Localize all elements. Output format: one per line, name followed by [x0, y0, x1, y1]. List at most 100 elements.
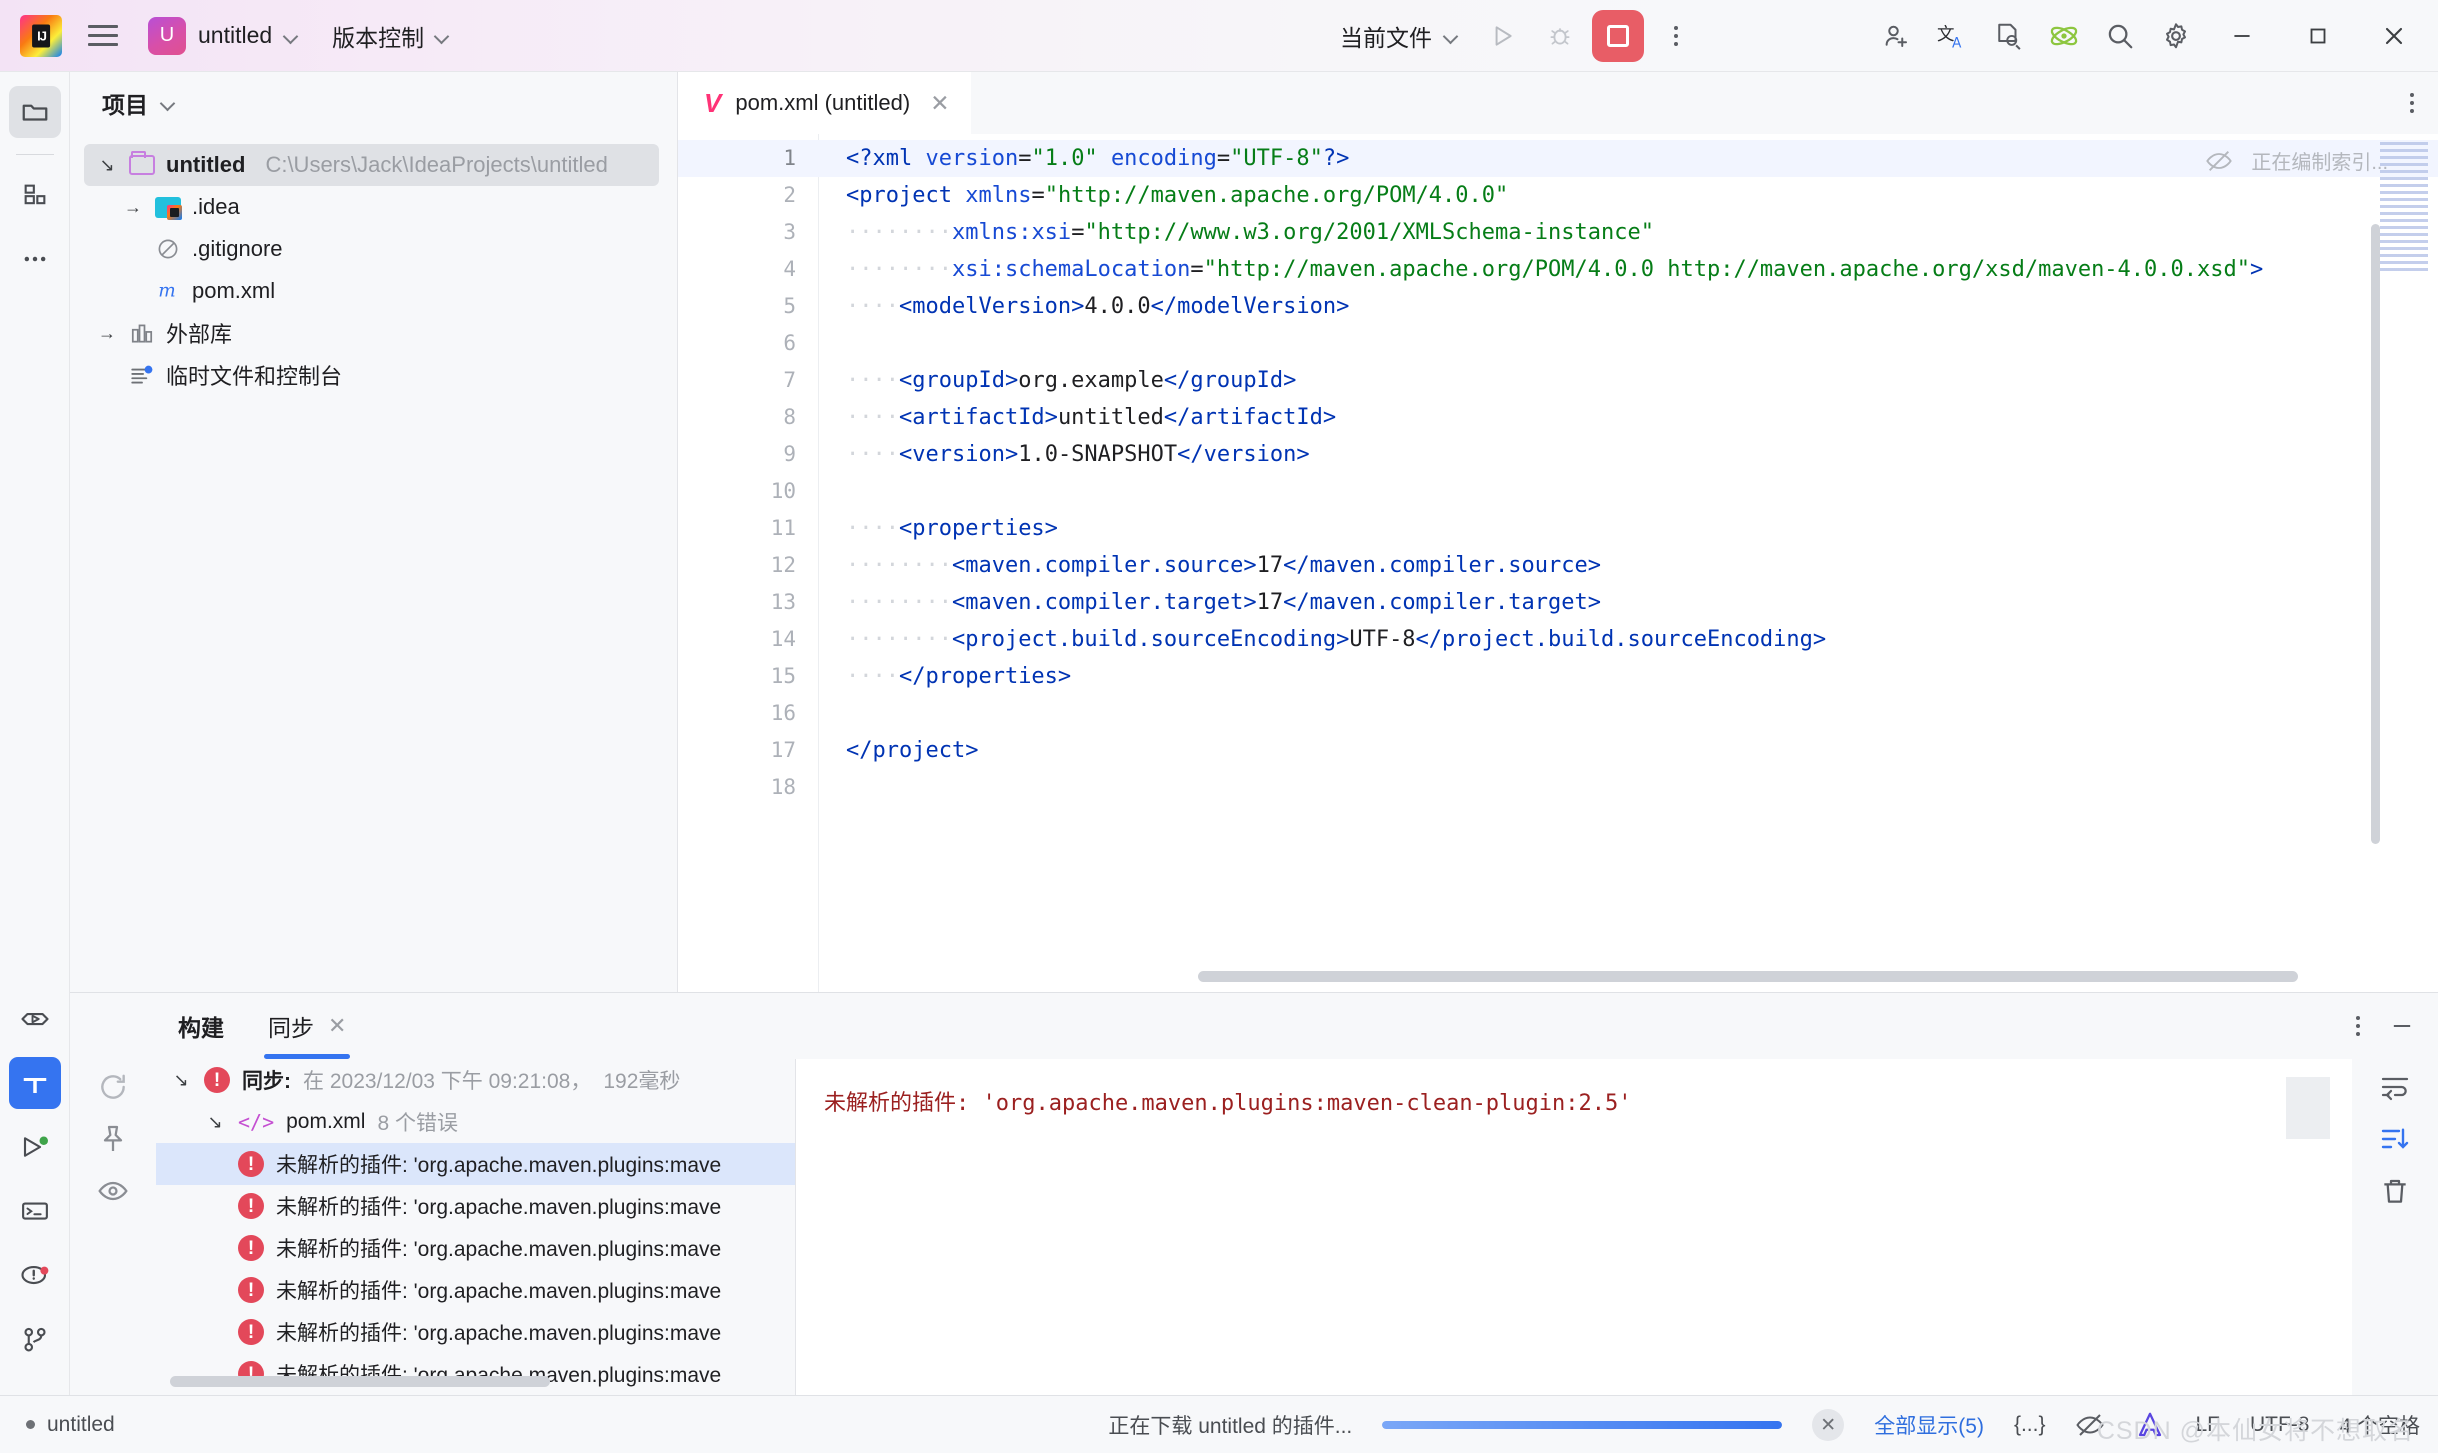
expanded-arrow-icon[interactable]: ↘ [96, 156, 118, 174]
status-project-indicator[interactable]: untitled [0, 1413, 115, 1437]
tab-build[interactable]: 构建 [156, 993, 246, 1059]
close-icon[interactable]: ✕ [930, 90, 949, 117]
editor-horizontal-scrollbar[interactable] [1198, 971, 2298, 982]
hamburger-menu-icon[interactable] [82, 15, 124, 57]
expanded-arrow-icon[interactable]: ↘ [170, 1071, 192, 1089]
reader-mode-icon[interactable] [2075, 1410, 2105, 1440]
tree-item-pom-xml[interactable]: m pom.xml [70, 270, 677, 312]
more-vertical-icon[interactable] [2356, 1016, 2360, 1036]
tree-item-error[interactable]: ! 未解析的插件: 'org.apache.maven.plugins:mave [156, 1143, 795, 1185]
atom-plugin-button[interactable] [2038, 10, 2090, 62]
build-tool-window-header: 构建 同步 ✕ [70, 993, 2438, 1059]
soft-wrap-icon[interactable] [2379, 1071, 2411, 1103]
tree-item-error[interactable]: ! 未解析的插件: 'org.apache.maven.plugins:mave [156, 1353, 795, 1395]
line-number: 16 [770, 701, 796, 725]
left-stripe-bottom [0, 993, 70, 1377]
sidebar-item-structure[interactable] [9, 169, 61, 221]
chevron-down-icon [435, 28, 451, 44]
editor-body[interactable]: 1 2 3 4 5 6 7 8 9 10 11 12 13 14 15 16 1… [678, 134, 2438, 992]
file-label: pom.xml [286, 1110, 366, 1133]
line-separator-indicator[interactable]: LF [2195, 1413, 2220, 1437]
run-configuration-selector[interactable]: 当前文件 [1330, 19, 1470, 53]
project-selector[interactable]: U untitled [142, 12, 310, 60]
minimize-icon[interactable] [2388, 1012, 2416, 1040]
ai-assistant-icon[interactable] [2135, 1410, 2165, 1440]
editor-tab-pom-xml[interactable]: V pom.xml (untitled) ✕ [678, 72, 972, 134]
code-token: 1.0-SNAPSHOT [1018, 442, 1178, 467]
build-tool-window-actions [2356, 993, 2416, 1059]
collapsed-arrow-icon[interactable]: → [122, 198, 144, 216]
debug-icon [1550, 28, 1570, 45]
expanded-arrow-icon[interactable]: ↘ [204, 1113, 226, 1131]
sidebar-item-services[interactable] [9, 993, 61, 1045]
window-actions: 文A [1870, 0, 2430, 72]
code-line: </project> [846, 732, 2438, 769]
sidebar-item-run[interactable] [9, 1121, 61, 1173]
braces-indicator[interactable]: {...} [2014, 1413, 2046, 1437]
delete-icon[interactable] [2379, 1175, 2411, 1207]
collapsed-arrow-icon[interactable]: → [96, 324, 118, 342]
line-number: 14 [770, 627, 796, 651]
more-vertical-icon[interactable] [2410, 93, 2414, 113]
tree-item-external-libraries[interactable]: → 外部库 [84, 312, 677, 354]
tree-item-error[interactable]: ! 未解析的插件: 'org.apache.maven.plugins:mave [156, 1269, 795, 1311]
editor-code[interactable]: <?xml version="1.0" encoding="UTF-8"?> <p… [818, 134, 2438, 992]
tree-item-error[interactable]: ! 未解析的插件: 'org.apache.maven.plugins:mave [156, 1185, 795, 1227]
tree-item-sync-root[interactable]: ↘ ! 同步: 在 2023/12/03 下午 09:21:08， 192毫秒 [156, 1059, 795, 1101]
sidebar-item-build[interactable] [9, 1057, 61, 1109]
close-icon[interactable]: ✕ [328, 1013, 346, 1039]
eye-icon[interactable] [97, 1175, 129, 1207]
build-detail-pane[interactable]: 未解析的插件: 'org.apache.maven.plugins:maven-… [796, 1059, 2352, 1395]
editor-tab-bar: V pom.xml (untitled) ✕ [678, 72, 2438, 134]
sync-root-time: 在 2023/12/03 下午 09:21:08， [303, 1070, 592, 1093]
tree-item-idea[interactable]: → .idea [70, 186, 677, 228]
editor-vertical-scrollbar[interactable] [2371, 224, 2380, 844]
version-control-menu[interactable]: 版本控制 [332, 19, 451, 53]
tree-item-label: .idea [192, 194, 240, 219]
project-tool-window-title: 项目 [102, 92, 148, 118]
project-icon [22, 104, 47, 121]
tree-item-untitled[interactable]: ↘ untitled C:\Users\Jack\IdeaProjects\un… [84, 144, 659, 186]
tab-sync[interactable]: 同步 ✕ [246, 993, 368, 1059]
pin-icon[interactable] [97, 1123, 129, 1155]
cancel-progress-button[interactable]: ✕ [1812, 1409, 1845, 1441]
editor-gutter[interactable]: 1 2 3 4 5 6 7 8 9 10 11 12 13 14 15 16 1… [678, 134, 818, 992]
refresh-icon[interactable] [97, 1071, 129, 1103]
code-token: ···· [846, 294, 899, 319]
indent-indicator[interactable]: 4 个空格 [2339, 1410, 2420, 1440]
tree-item-scratches-and-consoles[interactable]: 临时文件和控制台 [84, 354, 677, 396]
debug-button[interactable] [1534, 10, 1586, 62]
sort-icon[interactable] [2379, 1123, 2411, 1155]
code-with-me-button[interactable] [1982, 10, 2034, 62]
maximize-button[interactable] [2282, 0, 2354, 72]
stop-button[interactable] [1592, 10, 1644, 62]
run-button[interactable] [1476, 10, 1528, 62]
code-token: "http://maven.apache.org/POM/4.0.0" [1044, 183, 1509, 208]
settings-button[interactable] [2150, 10, 2202, 62]
tree-item-gitignore[interactable]: .gitignore [70, 228, 677, 270]
error-icon: ! [238, 1193, 264, 1219]
add-user-button[interactable] [1870, 10, 1922, 62]
more-actions-button[interactable] [1650, 10, 1702, 62]
sidebar-item-git[interactable] [9, 1313, 61, 1365]
translate-button[interactable]: 文A [1926, 10, 1978, 62]
tree-item-error[interactable]: ! 未解析的插件: 'org.apache.maven.plugins:mave [156, 1311, 795, 1353]
tree-item-error[interactable]: ! 未解析的插件: 'org.apache.maven.plugins:mave [156, 1227, 795, 1269]
build-error-tree[interactable]: ↘ ! 同步: 在 2023/12/03 下午 09:21:08， 192毫秒 ↘… [156, 1059, 796, 1395]
sidebar-item-problems[interactable] [9, 1249, 61, 1301]
error-tree-horizontal-scrollbar[interactable] [170, 1376, 550, 1387]
close-button[interactable] [2358, 0, 2430, 72]
search-everywhere-button[interactable] [2094, 10, 2146, 62]
code-token: <modelVersion> [898, 294, 1085, 319]
encoding-indicator[interactable]: UTF-8 [2250, 1413, 2310, 1437]
editor-minimap[interactable] [2380, 142, 2428, 272]
show-all-link[interactable]: 全部显示(5) [1874, 1410, 1984, 1440]
sidebar-item-project[interactable] [8, 86, 61, 138]
sidebar-item-terminal[interactable] [9, 1185, 61, 1237]
sidebar-item-more-tool-windows[interactable] [9, 233, 61, 285]
chevron-down-icon[interactable] [161, 95, 177, 111]
tree-item-pom-xml-errors[interactable]: ↘ </> pom.xml 8 个错误 [156, 1101, 795, 1143]
minimize-button[interactable] [2206, 0, 2278, 72]
